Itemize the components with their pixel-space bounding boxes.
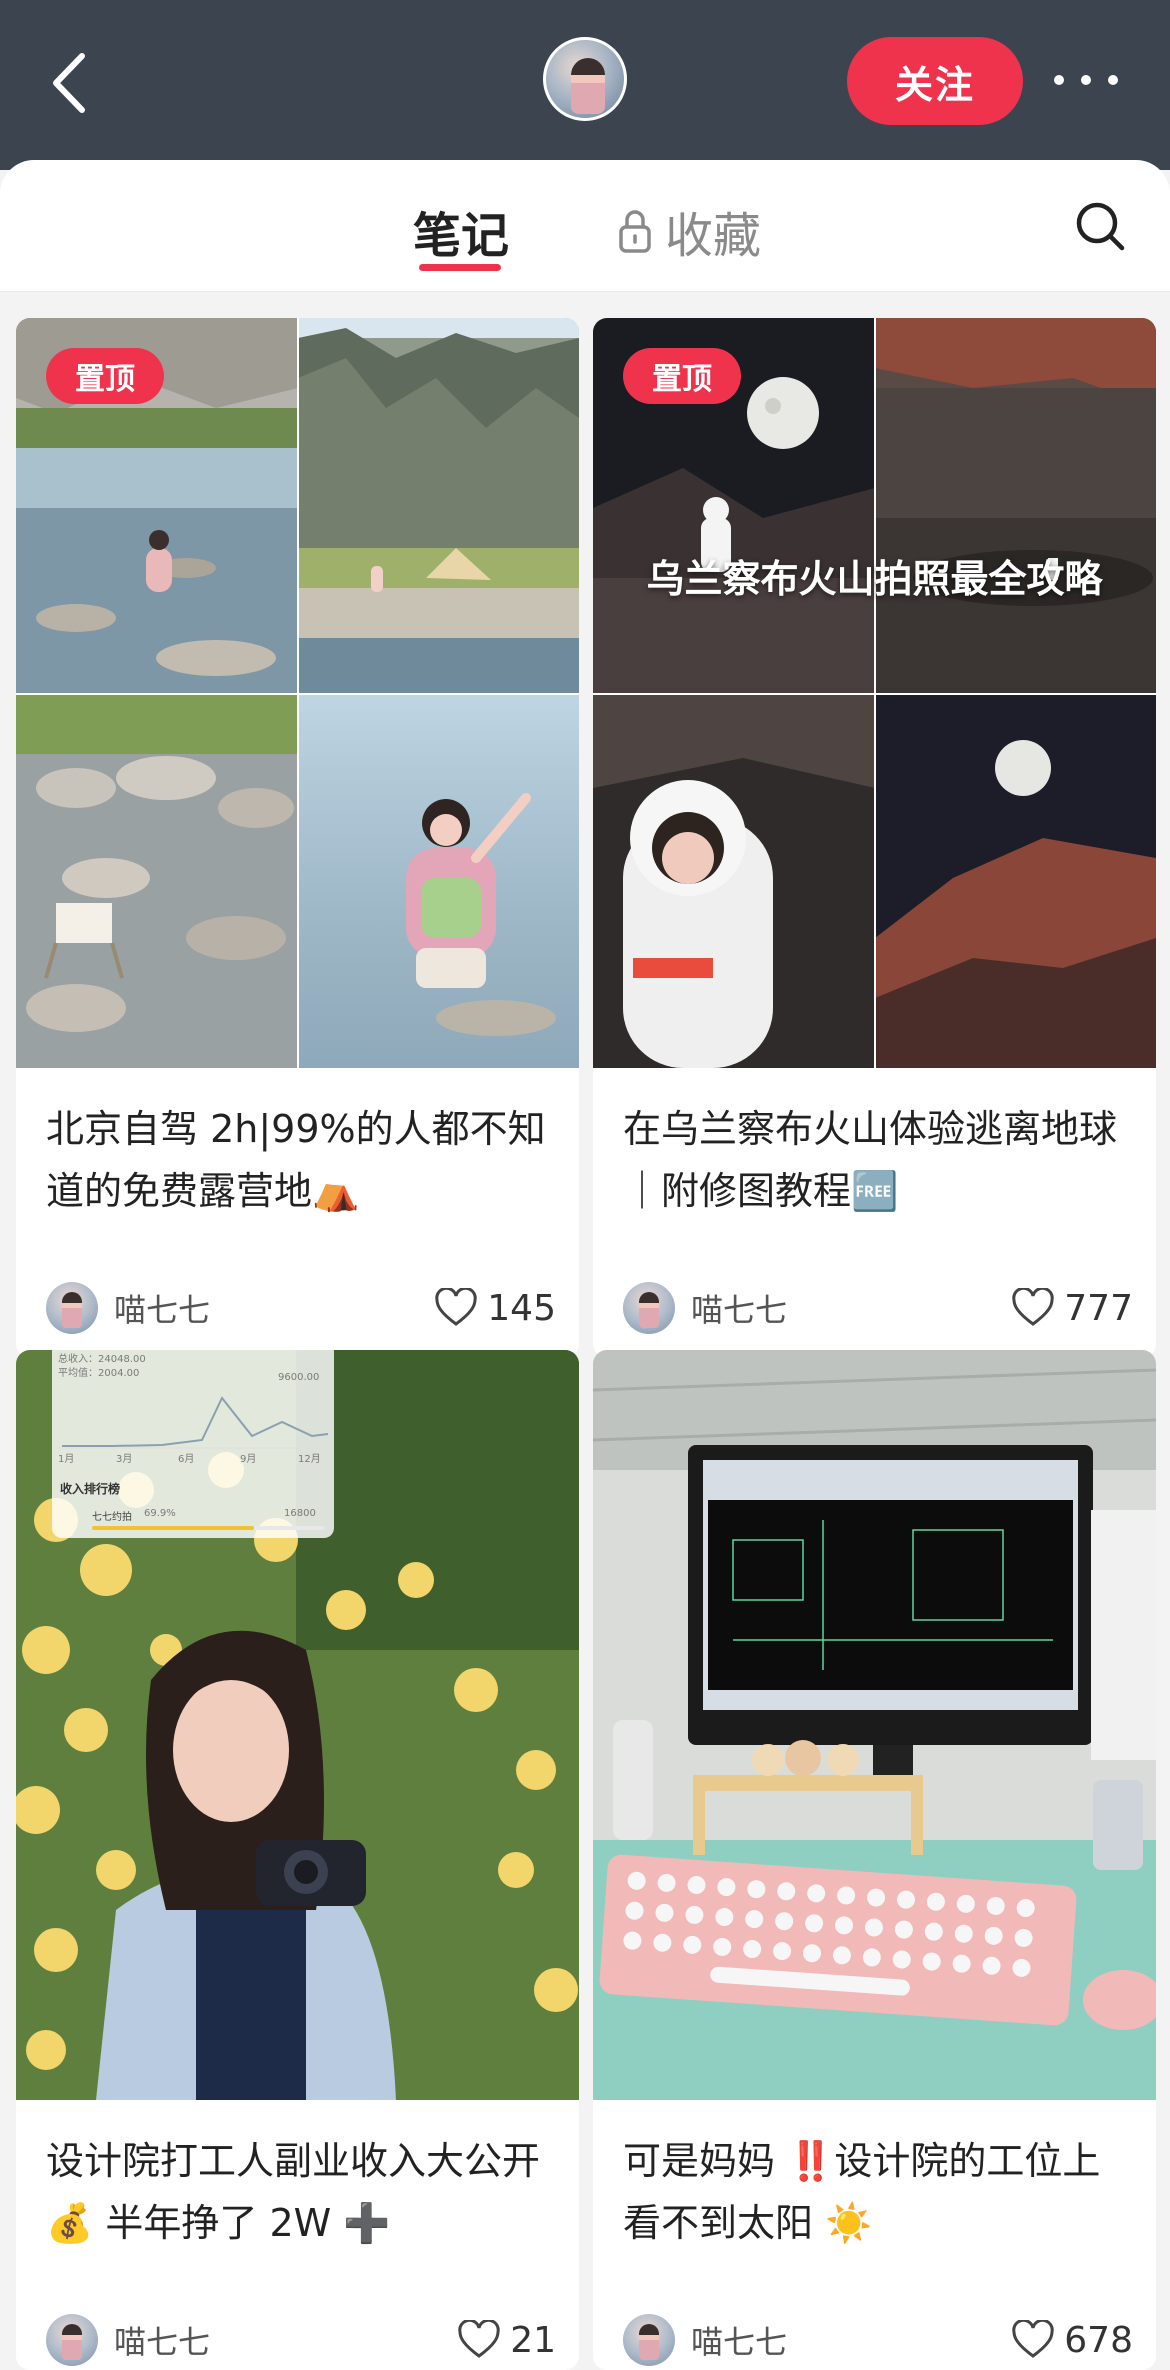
month-tick: 1月 [58, 1454, 75, 1465]
lock-icon [619, 210, 651, 253]
heart-icon [1012, 2320, 1054, 2358]
income-chart-overlay: 总收入：24048.00 平均值：2004.00 9600.00 1月 3月 6… [52, 1350, 334, 1538]
rank-bar-fill [92, 1526, 254, 1530]
notes-feed: 置顶 北京自驾 2h|99%的人都不知道的免费露营地⛺ 喵七七 145 置顶 乌… [0, 292, 1170, 2370]
pinned-badge: 置顶 [46, 348, 164, 404]
cover-caption: 乌兰察布火山拍照最全攻略 [646, 557, 1103, 601]
more-dots-icon [1054, 75, 1064, 85]
profile-header: 关注 [0, 0, 1170, 170]
average-text: 平均值：2004.00 [58, 1368, 140, 1379]
month-tick: 3月 [116, 1454, 133, 1465]
note-title[interactable]: 北京自驾 2h|99%的人都不知道的免费露营地⛺ [46, 1098, 556, 1222]
like-button[interactable]: 777 [1012, 1288, 1133, 1329]
note-title[interactable]: 在乌兰察布火山体验逃离地球｜附修图教程🆓 [623, 1098, 1133, 1222]
rank-title: 收入排行榜 [60, 1482, 121, 1496]
rank-percent: 69.9% [144, 1508, 176, 1519]
tab-favorites-label: 收藏 [665, 208, 762, 264]
like-button[interactable]: 678 [1012, 2320, 1133, 2361]
note-cover-image[interactable]: 置顶 [16, 318, 579, 1068]
note-title[interactable]: 设计院打工人副业收入大公开 💰 半年挣了 2W ➕ [46, 2130, 556, 2254]
note-meta: 喵七七 777 [623, 1280, 1133, 1336]
more-options-button[interactable] [1054, 60, 1118, 100]
total-income-text: 总收入：24048.00 [58, 1354, 146, 1365]
author-avatar[interactable] [46, 1282, 98, 1334]
chevron-left-icon [53, 53, 85, 113]
note-meta: 喵七七 145 [46, 1280, 556, 1336]
author-name[interactable]: 喵七七 [114, 1285, 435, 1331]
heart-icon [1012, 1288, 1054, 1326]
heart-icon [435, 1288, 477, 1326]
active-tab-indicator [419, 264, 501, 271]
like-count: 21 [510, 2319, 556, 2361]
follow-button[interactable]: 关注 [847, 37, 1023, 125]
author-name[interactable]: 喵七七 [691, 1285, 1012, 1331]
month-tick: 12月 [298, 1454, 321, 1465]
like-button[interactable]: 145 [435, 1288, 556, 1329]
author-name[interactable]: 喵七七 [691, 2317, 1012, 2363]
note-card[interactable]: 置顶 北京自驾 2h|99%的人都不知道的免费露营地⛺ 喵七七 145 [16, 318, 579, 1358]
note-meta: 喵七七 21 [46, 2312, 556, 2368]
note-cover-image[interactable]: 总收入：24048.00 平均值：2004.00 9600.00 1月 3月 6… [16, 1350, 579, 2100]
note-meta: 喵七七 678 [623, 2312, 1133, 2368]
like-count: 145 [487, 1287, 556, 1329]
tab-bar: 笔记 收藏 [0, 160, 1170, 292]
author-avatar[interactable] [623, 2314, 675, 2366]
rank-name: 七七约拍 [92, 1512, 132, 1523]
heart-icon [458, 2320, 500, 2358]
pinned-badge: 置顶 [623, 348, 741, 404]
author-avatar[interactable] [46, 2314, 98, 2366]
note-card[interactable]: 可是妈妈 ‼️设计院的工位上看不到太阳 ☀️ 喵七七 678 [593, 1350, 1156, 2370]
author-name[interactable]: 喵七七 [114, 2317, 458, 2363]
like-count: 678 [1064, 2319, 1133, 2361]
search-button[interactable] [1074, 200, 1126, 252]
month-tick: 6月 [178, 1454, 195, 1465]
rank-value: 16800 [284, 1508, 316, 1519]
note-cover-image[interactable]: 置顶 乌兰察布火山拍照最全攻略 [593, 318, 1156, 1068]
note-cover-image[interactable] [593, 1350, 1156, 2100]
tab-notes[interactable]: 笔记 [413, 196, 509, 266]
note-card[interactable]: 总收入：24048.00 平均值：2004.00 9600.00 1月 3月 6… [16, 1350, 579, 2370]
author-avatar[interactable] [623, 1282, 675, 1334]
tab-favorites[interactable]: 收藏 [615, 196, 761, 266]
note-card[interactable]: 置顶 乌兰察布火山拍照最全攻略 在乌兰察布火山体验逃离地球｜附修图教程🆓 喵七七… [593, 318, 1156, 1358]
note-title[interactable]: 可是妈妈 ‼️设计院的工位上看不到太阳 ☀️ [623, 2130, 1133, 2254]
search-icon [1076, 202, 1125, 251]
avatar[interactable] [543, 37, 627, 121]
month-tick: 9月 [240, 1454, 257, 1465]
like-count: 777 [1064, 1287, 1133, 1329]
like-button[interactable]: 21 [458, 2320, 556, 2361]
back-button[interactable] [42, 48, 102, 118]
